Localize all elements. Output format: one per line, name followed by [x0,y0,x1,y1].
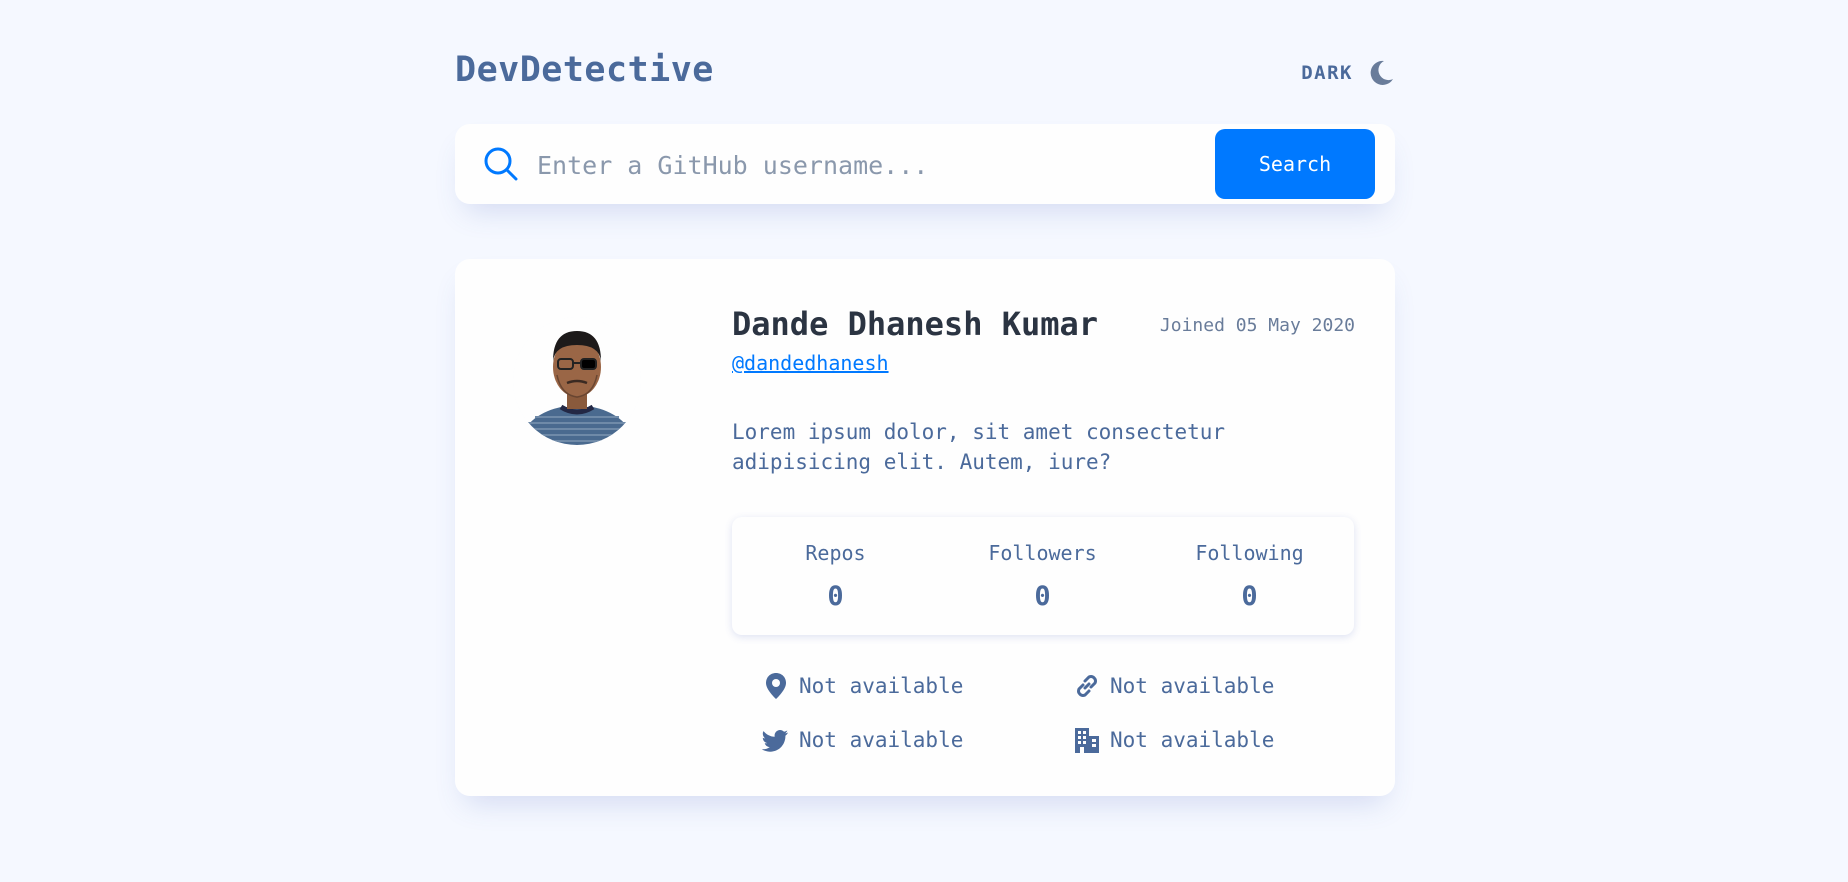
search-button[interactable]: Search [1215,129,1375,199]
info-location: Not available [761,671,963,701]
avatar [513,317,641,445]
info-location-text: Not available [799,674,964,698]
stat-value: 0 [1241,581,1258,612]
stat-followers: Followers 0 [939,517,1146,635]
stats-panel: Repos 0 Followers 0 Following 0 [732,517,1354,635]
moon-icon [1370,60,1393,85]
link-icon [1077,675,1097,697]
joined-date: Joined 05 May 2020 [1159,315,1355,336]
stat-value: 0 [1034,581,1051,612]
info-company: Not available [1072,725,1274,755]
stat-repos: Repos 0 [732,517,939,635]
stat-label: Repos [805,541,866,565]
info-twitter[interactable]: Not available [761,725,963,755]
info-website[interactable]: Not available [1072,671,1274,701]
stat-value: 0 [827,581,844,612]
building-icon [1075,728,1099,753]
search-icon [484,147,518,181]
twitter-icon [761,730,788,752]
header: DevDetective DARK [455,48,1395,98]
search-input[interactable] [535,142,1159,188]
info-company-text: Not available [1110,728,1275,752]
stat-label: Following [1195,541,1304,565]
location-pin-icon [766,673,786,699]
profile-card: Dande Dhanesh Kumar Joined 05 May 2020 @… [455,259,1395,796]
search-bar: Search [455,124,1395,204]
profile-bio: Lorem ipsum dolor, sit amet consectetur … [732,420,1226,474]
info-twitter-text: Not available [799,728,964,752]
profile-handle-link[interactable]: @dandedhanesh [732,351,889,375]
profile-name: Dande Dhanesh Kumar [732,305,1099,343]
profile-photo [513,317,641,445]
stat-following: Following 0 [1146,517,1353,635]
info-website-text: Not available [1110,674,1275,698]
theme-toggle[interactable]: DARK [1301,58,1395,88]
stat-label: Followers [988,541,1097,565]
app-logo: DevDetective [455,50,714,90]
theme-toggle-label: DARK [1301,62,1353,84]
